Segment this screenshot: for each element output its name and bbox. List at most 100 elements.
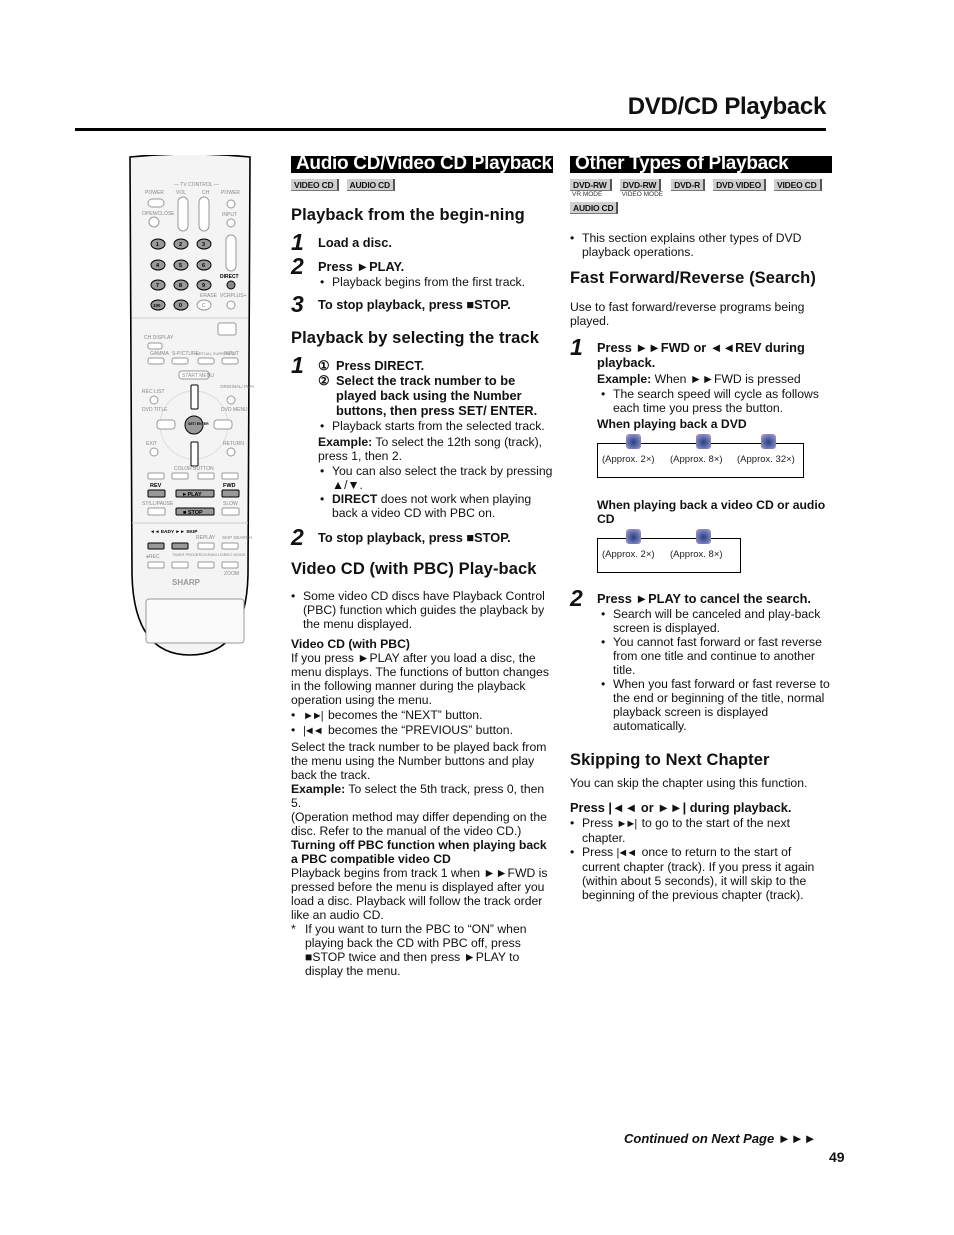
pbc-example: Example: To select the 5th track, press … bbox=[291, 782, 553, 810]
input-button bbox=[226, 218, 236, 228]
search-speed-icon bbox=[761, 434, 776, 449]
left-arrow-button bbox=[156, 419, 176, 430]
ch-rocker-2 bbox=[225, 234, 237, 272]
skipping-intro: You can skip the chapter using this func… bbox=[570, 776, 808, 790]
heading-playback-by-selecting-track: Playback by selecting the track bbox=[291, 329, 539, 347]
step-number: 3 bbox=[291, 291, 304, 317]
svg-text:7: 7 bbox=[156, 283, 159, 289]
step-text: To stop playback, press ■STOP. bbox=[318, 297, 511, 312]
rec-mode-label: REC MODE bbox=[224, 552, 246, 557]
example-label: Example: bbox=[291, 782, 346, 796]
power-label: POWER bbox=[145, 190, 164, 196]
vcrplus-button bbox=[226, 300, 236, 310]
svg-text:6: 6 bbox=[202, 263, 205, 269]
dvd-speed-label: When playing back a DVD bbox=[597, 417, 747, 431]
heading-skipping-next-chapter: Skipping to Next Chapter bbox=[570, 751, 770, 769]
ch-display-label: CH DISPLAY bbox=[144, 335, 174, 341]
return-label: RETURN bbox=[223, 441, 244, 447]
bullet-text: to go to the start of the next chapter. bbox=[582, 816, 790, 845]
step-number: 1 bbox=[570, 334, 583, 360]
audio-video-cd-section: Audio CD/Video CD Playback VIDEO CD AUDI… bbox=[291, 154, 553, 978]
bullet: Some video CD discs have Playback Contro… bbox=[291, 589, 553, 631]
continued-next-page: Continued on Next Page ►►► bbox=[624, 1131, 817, 1146]
fwd-label: FWD bbox=[223, 483, 236, 489]
title-rule bbox=[75, 128, 826, 131]
bullet: The search speed will cycle as follows e… bbox=[601, 387, 832, 415]
search-speed-icon bbox=[696, 529, 711, 544]
speed-label: (Approx. 8×) bbox=[670, 549, 723, 560]
step-text: Load a disc. bbox=[318, 235, 392, 250]
bullet-prev: |◄◄ becomes the “PREVIOUS” button. bbox=[291, 723, 553, 738]
dvd-menu-label: DVD MENU bbox=[221, 407, 248, 413]
bullet-next: ►►| becomes the “NEXT” button. bbox=[291, 708, 553, 723]
right-arrow-button bbox=[213, 419, 233, 430]
svg-text:3: 3 bbox=[202, 242, 205, 248]
section-title-audio-video-cd: Audio CD/Video CD Playback bbox=[291, 154, 553, 173]
power2-label: POWER bbox=[221, 190, 240, 196]
svg-text:8: 8 bbox=[179, 283, 182, 289]
pbc-note: * If you want to turn the PBC to “ON” whe… bbox=[291, 922, 553, 978]
bullet-text: becomes the “NEXT” button. bbox=[328, 708, 483, 722]
heading-playback-from-beginning: Playback from the begin-ning bbox=[291, 206, 525, 224]
bullet-text: Press bbox=[582, 845, 614, 859]
ch-rocker bbox=[198, 196, 210, 232]
speed-label: (Approx. 8×) bbox=[670, 454, 723, 465]
vol-rocker bbox=[177, 196, 189, 232]
page-title: DVD/CD Playback bbox=[627, 93, 827, 120]
slow-label: SLOW bbox=[223, 501, 238, 507]
search-step-2: 2 Press ►PLAY to cancel the search. Sear… bbox=[570, 587, 832, 735]
step-text: Press ►PLAY. bbox=[318, 259, 405, 274]
subheading-video-cd-with-pbc: Video CD (with PBC) bbox=[291, 637, 410, 651]
step-2: 2 Press ►PLAY. Playback begins from the … bbox=[291, 255, 553, 291]
svg-text:5: 5 bbox=[179, 263, 182, 269]
rec-list-label: REC LIST bbox=[142, 389, 165, 395]
bullet-text: Press bbox=[582, 816, 614, 830]
open-close-label: OPEN/CLOSE bbox=[142, 211, 175, 217]
step-3: 3 To stop playback, press ■STOP. bbox=[291, 291, 553, 317]
tv-power-button bbox=[226, 199, 236, 209]
input2-label: INPUT bbox=[224, 351, 239, 357]
direct-bold: DIRECT bbox=[332, 492, 378, 506]
remote-display-window bbox=[145, 598, 245, 644]
search-intro: Use to fast forward/reverse programs bei… bbox=[570, 300, 805, 328]
circled-1: ① bbox=[318, 358, 330, 373]
badge-video-cd: VIDEO CD bbox=[774, 179, 822, 191]
cd-speed-label: When playing back a video CD or audio CD bbox=[597, 498, 826, 526]
select-step-1: 1 ① Press DIRECT. ② Select the track numbe… bbox=[291, 354, 553, 522]
bullet: Playback begins from the first track. bbox=[320, 275, 553, 289]
speed-label: (Approx. 32×) bbox=[737, 454, 795, 465]
example-text: When ►►FWD is pressed bbox=[651, 372, 801, 386]
note-text: If you want to turn the PBC to “ON” when… bbox=[305, 922, 527, 978]
direct-label: DIRECT bbox=[220, 274, 239, 280]
subheading-turning-off-pbc: Turning off PBC function when playing ba… bbox=[291, 838, 547, 866]
svg-text:■ STOP: ■ STOP bbox=[183, 510, 203, 516]
step-text: Press ►►FWD or ◄◄REV during playback. bbox=[597, 340, 805, 370]
badge-audio-cd: AUDIO CD bbox=[346, 179, 395, 191]
badge-dvd-video: DVD VIDEO bbox=[713, 179, 767, 191]
example: Example: When ►►FWD is pressed bbox=[597, 372, 832, 386]
bullet-text: becomes the “PREVIOUS” button. bbox=[328, 723, 513, 737]
heading-video-cd-pbc: Video CD (with PBC) Play-back bbox=[291, 560, 537, 578]
ch-label: CH bbox=[202, 190, 210, 196]
remote-control-illustration: — TV CONTROL — POWER VOL CH POWER OPEN/C… bbox=[126, 153, 266, 660]
dvd-speed-cycle-diagram: (Approx. 2×) (Approx. 8×) (Approx. 32×) bbox=[597, 434, 804, 478]
gamma-label: GAMMA bbox=[150, 351, 170, 357]
bullet: This section explains other types of DVD… bbox=[570, 231, 832, 259]
page-number: 49 bbox=[829, 1149, 845, 1165]
substep-text: Select the track number to be played bac… bbox=[336, 373, 538, 418]
start-menu-label: START MENU bbox=[182, 373, 214, 379]
vcrplus-label: VCRPLUS+ bbox=[220, 293, 247, 299]
substep-2: ② Select the track number to be played ba… bbox=[318, 373, 553, 418]
badge-sub-vr-mode: VR MODE bbox=[572, 191, 603, 198]
previous-chapter-icon: |◄◄ bbox=[616, 847, 638, 859]
program-list-label: PROGRAM LIST bbox=[196, 552, 227, 557]
replay-label: REPLAY bbox=[196, 535, 216, 541]
step-1: 1 Load a disc. bbox=[291, 231, 553, 254]
rec-label: ●REC bbox=[146, 554, 160, 560]
svg-text:SET/ ENTER: SET/ ENTER bbox=[188, 422, 209, 426]
timer-prog-label: TIMER PROG. bbox=[172, 552, 198, 557]
select-step-2: 2 To stop playback, press ■STOP. bbox=[291, 526, 553, 549]
svg-text:9: 9 bbox=[202, 283, 205, 289]
search-speed-icon bbox=[626, 434, 641, 449]
step-text: Press ►PLAY to cancel the search. bbox=[597, 591, 811, 606]
